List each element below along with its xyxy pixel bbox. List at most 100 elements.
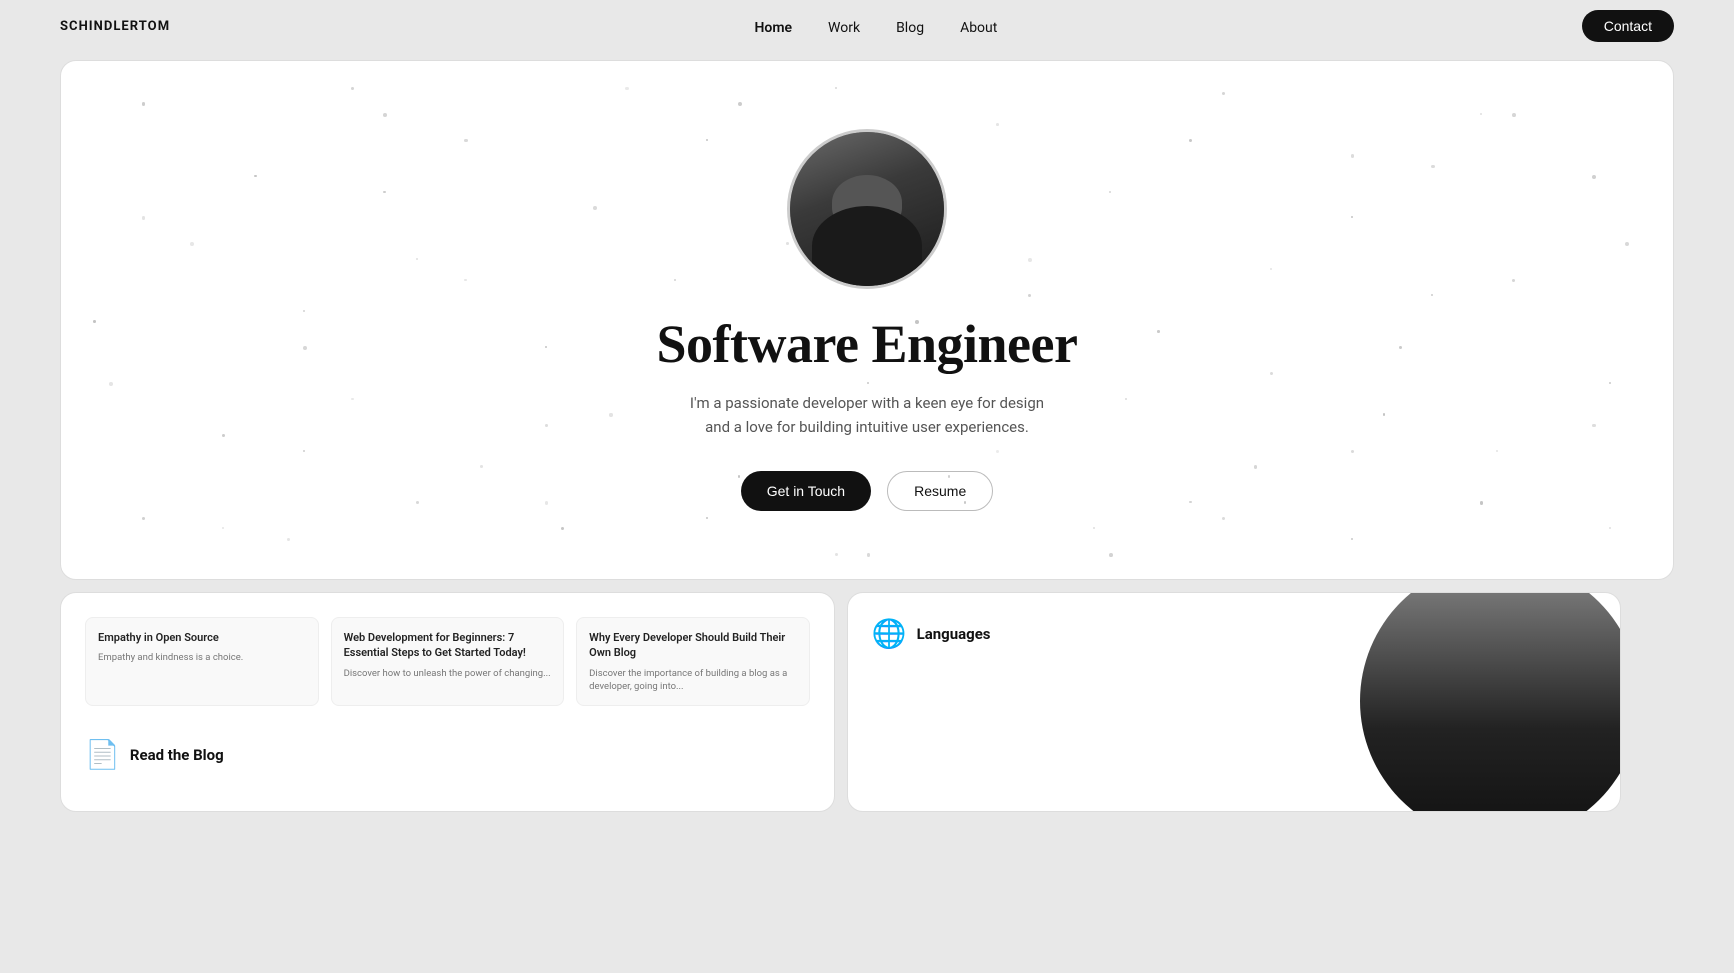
dot <box>109 382 113 386</box>
dot <box>867 553 870 556</box>
avatar <box>787 129 947 289</box>
dot <box>383 113 387 117</box>
nav-link-blog[interactable]: Blog <box>896 20 924 36</box>
dot <box>351 398 353 400</box>
dot <box>1480 113 1482 115</box>
blog-card: Empathy in Open Source Empathy and kindn… <box>60 592 835 812</box>
dot <box>1189 501 1191 503</box>
dot <box>1383 413 1385 415</box>
blog-post-title-2: Web Development for Beginners: 7 Essenti… <box>344 630 552 661</box>
dot <box>545 346 547 348</box>
dot <box>1109 553 1113 557</box>
dot <box>1125 398 1127 400</box>
nav-link-home[interactable]: Home <box>755 20 793 36</box>
contact-button[interactable]: Contact <box>1582 10 1674 42</box>
blog-label: Read the Blog <box>130 746 224 764</box>
dot <box>1431 294 1433 296</box>
dot <box>416 501 419 504</box>
dot <box>1431 165 1435 169</box>
dot <box>1351 450 1354 453</box>
hero-buttons: Get in Touch Resume <box>741 471 994 511</box>
dot <box>303 310 306 313</box>
semicircle-shape <box>1360 592 1621 812</box>
dot <box>222 527 224 529</box>
blog-post-item-2[interactable]: Web Development for Beginners: 7 Essenti… <box>331 617 565 706</box>
dot <box>1609 527 1611 529</box>
dot <box>1592 424 1595 427</box>
dot <box>1673 320 1674 323</box>
dot <box>303 346 307 350</box>
dot <box>287 538 290 541</box>
dot <box>383 191 386 194</box>
dot <box>1351 538 1353 540</box>
dot <box>1399 346 1402 349</box>
dot <box>1512 279 1515 282</box>
dot <box>706 517 708 519</box>
nav-link-about[interactable]: About <box>960 20 997 36</box>
navbar: SCHINDLERTOM Home Work Blog About Contac… <box>0 0 1734 52</box>
hero-subtitle: I'm a passionate developer with a keen e… <box>677 391 1057 439</box>
dot <box>738 102 742 106</box>
dot <box>142 216 145 219</box>
dot <box>1254 465 1257 468</box>
dot <box>1351 154 1355 158</box>
dot <box>1157 330 1160 333</box>
nav-item-about[interactable]: About <box>960 17 997 36</box>
dot <box>1496 450 1498 452</box>
dot <box>142 517 146 521</box>
dot <box>480 465 483 468</box>
hero-title: Software Engineer <box>657 313 1078 375</box>
dot <box>625 87 628 90</box>
hero-content: Software Engineer I'm a passionate devel… <box>657 129 1078 511</box>
dot <box>190 242 194 246</box>
dot <box>222 434 225 437</box>
dot <box>1351 216 1353 218</box>
blog-post-title-1: Empathy in Open Source <box>98 630 306 645</box>
dot <box>1609 382 1611 384</box>
languages-card: 🌐 Languages <box>847 592 1622 812</box>
dot <box>1222 517 1225 520</box>
dot <box>93 320 96 323</box>
dot <box>416 258 418 260</box>
nav-item-work[interactable]: Work <box>828 17 860 36</box>
dot <box>1270 268 1272 270</box>
dot <box>142 102 146 106</box>
dot <box>1512 113 1516 117</box>
blog-card-footer: 📄 Read the Blog <box>85 726 810 771</box>
dot <box>254 175 256 177</box>
get-in-touch-button[interactable]: Get in Touch <box>741 471 871 511</box>
blog-icon: 📄 <box>85 738 120 771</box>
dot <box>1270 372 1273 375</box>
dot <box>464 139 468 143</box>
dot <box>1625 242 1629 246</box>
dot <box>1480 501 1484 505</box>
nav-item-home[interactable]: Home <box>755 17 793 36</box>
blog-post-desc-2: Discover how to unleash the power of cha… <box>344 667 552 680</box>
dot <box>1109 191 1111 193</box>
dot <box>545 424 549 428</box>
blog-post-item-3[interactable]: Why Every Developer Should Build Their O… <box>576 617 810 706</box>
dot <box>609 413 612 416</box>
nav-links: Home Work Blog About <box>755 17 998 36</box>
languages-label: Languages <box>917 625 991 643</box>
blog-post-title-3: Why Every Developer Should Build Their O… <box>589 630 797 661</box>
dot <box>351 87 354 90</box>
blog-post-item-1[interactable]: Empathy in Open Source Empathy and kindn… <box>85 617 319 706</box>
site-logo: SCHINDLERTOM <box>60 19 170 34</box>
semicircle-decoration <box>1360 592 1621 812</box>
avatar-image <box>790 132 944 286</box>
blog-post-desc-3: Discover the importance of building a bl… <box>589 667 797 694</box>
bottom-section: Empathy in Open Source Empathy and kindn… <box>60 592 1674 812</box>
dot <box>1592 175 1596 179</box>
dot <box>464 279 467 282</box>
blog-posts-grid: Empathy in Open Source Empathy and kindn… <box>85 617 810 706</box>
dot <box>835 87 837 89</box>
nav-item-blog[interactable]: Blog <box>896 17 924 36</box>
nav-link-work[interactable]: Work <box>828 20 860 36</box>
globe-icon: 🌐 <box>872 617 907 650</box>
dot <box>593 206 597 210</box>
resume-button[interactable]: Resume <box>887 471 993 511</box>
dot <box>303 450 306 453</box>
dot <box>996 123 999 126</box>
dot <box>561 527 564 530</box>
